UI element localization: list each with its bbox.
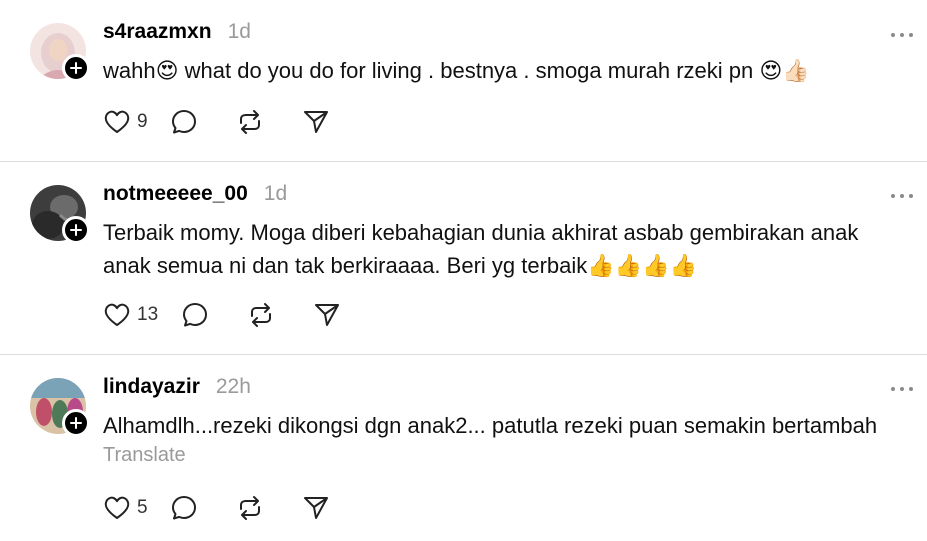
like-count: 9	[137, 111, 148, 132]
divider	[0, 161, 927, 162]
heart-icon	[104, 496, 130, 519]
repost-button[interactable]	[236, 107, 302, 137]
follow-plus-icon[interactable]	[62, 409, 90, 437]
translate-link[interactable]: Translate	[103, 444, 186, 467]
timestamp[interactable]: 22h	[216, 375, 251, 399]
avatar[interactable]	[30, 185, 90, 244]
comment-bubble-icon	[172, 110, 196, 134]
comment-bubble-icon	[183, 303, 207, 327]
share-button[interactable]	[313, 300, 353, 330]
action-bar: 9	[103, 107, 342, 137]
more-options-icon[interactable]	[891, 383, 913, 395]
comment-header: notmeeeee_00 1d	[103, 182, 287, 206]
action-bar: 13	[103, 300, 353, 330]
repost-button[interactable]	[236, 493, 302, 523]
repost-icon	[251, 303, 271, 327]
username[interactable]: lindayazir	[103, 375, 200, 399]
like-button[interactable]: 9	[103, 107, 170, 137]
share-button[interactable]	[302, 493, 342, 523]
repost-icon	[240, 110, 260, 134]
heart-icon	[104, 303, 130, 326]
comment-bubble-icon	[172, 496, 196, 520]
reply-button[interactable]	[170, 107, 236, 137]
comment-text: wahh😍 what do you do for living . bestny…	[103, 58, 810, 83]
send-icon	[304, 497, 328, 519]
more-options-icon[interactable]	[891, 29, 913, 41]
reply-button[interactable]	[181, 300, 247, 330]
share-button[interactable]	[302, 107, 342, 137]
follow-plus-icon[interactable]	[62, 216, 90, 244]
like-button[interactable]: 5	[103, 493, 170, 523]
heart-icon	[104, 110, 130, 133]
send-icon	[315, 304, 339, 326]
repost-icon	[240, 496, 260, 520]
like-count: 13	[137, 304, 159, 325]
avatar[interactable]	[30, 378, 90, 437]
divider	[0, 354, 927, 355]
action-bar: 5	[103, 493, 342, 523]
comment-text: Terbaik momy. Moga diberi kebahagian dun…	[103, 220, 859, 278]
send-icon	[304, 111, 328, 133]
timestamp[interactable]: 1d	[264, 182, 287, 206]
comment-header: s4raazmxn 1d	[103, 20, 251, 44]
repost-button[interactable]	[247, 300, 313, 330]
follow-plus-icon[interactable]	[62, 54, 90, 82]
reply-button[interactable]	[170, 493, 236, 523]
timestamp[interactable]: 1d	[228, 20, 251, 44]
more-options-icon[interactable]	[891, 190, 913, 202]
avatar[interactable]	[30, 23, 90, 82]
comment-text: Alhamdlh...rezeki dikongsi dgn anak2... …	[103, 413, 878, 438]
comment-header: lindayazir 22h	[103, 375, 251, 399]
username[interactable]: s4raazmxn	[103, 20, 212, 44]
username[interactable]: notmeeeee_00	[103, 182, 248, 206]
like-button[interactable]: 13	[103, 300, 181, 330]
like-count: 5	[137, 497, 148, 518]
